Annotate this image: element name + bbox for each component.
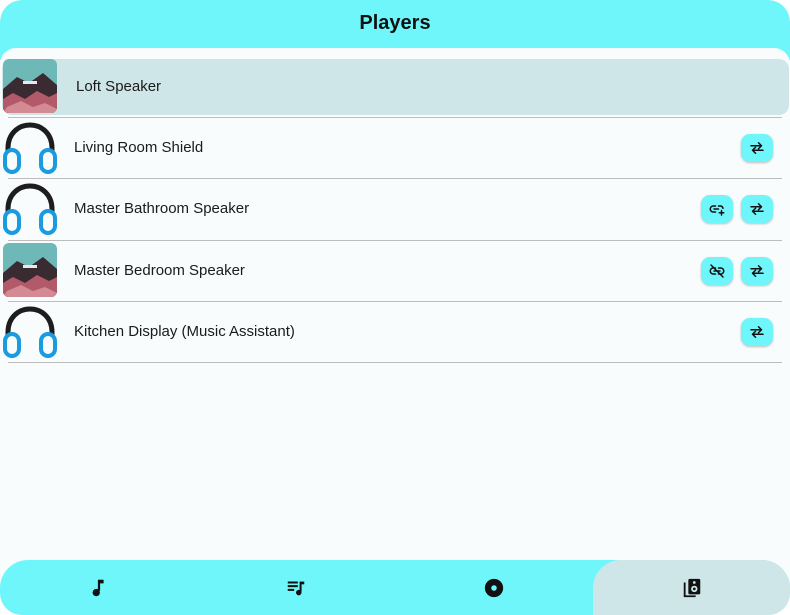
player-row-loft-speaker[interactable]: Loft Speaker [2,59,789,115]
row-divider [8,240,782,241]
nav-tab-queue[interactable] [197,560,394,615]
player-row-living-room-shield[interactable]: Living Room Shield [0,120,790,176]
link-off-icon [709,264,725,278]
row-divider [8,301,782,302]
player-name: Master Bathroom Speaker [74,200,250,217]
player-name: Living Room Shield [74,139,204,156]
player-name: Kitchen Display (Music Assistant) [74,323,295,340]
transfer-icon [750,265,764,277]
page-title: Players [359,12,431,34]
link-off-button[interactable] [701,257,733,285]
transfer-button[interactable] [741,134,773,162]
player-row-master-bedroom-speaker[interactable]: Master Bedroom Speaker [0,243,790,299]
row-divider [8,178,782,179]
bottom-navigation [0,560,790,615]
album-art-thumbnail [3,59,57,113]
speaker-group-icon [683,578,700,597]
players-list: Loft Speaker Living Room Shield Master B… [0,48,790,560]
transfer-icon [750,142,764,154]
nav-tab-players[interactable] [593,560,790,615]
album-icon [484,578,503,597]
album-art-thumbnail [3,243,57,297]
queue-music-icon [287,580,304,595]
music-note-icon [92,579,104,596]
headphones-icon [3,304,57,358]
player-name: Loft Speaker [76,78,162,95]
transfer-button[interactable] [741,318,773,346]
player-name: Master Bedroom Speaker [74,262,245,279]
player-row-master-bathroom-speaker[interactable]: Master Bathroom Speaker [0,181,790,237]
nav-tab-music[interactable] [0,560,197,615]
transfer-button[interactable] [741,257,773,285]
transfer-icon [750,203,764,215]
row-divider [8,117,782,118]
headphones-icon [3,120,57,174]
link-add-button[interactable] [701,195,733,223]
nav-tab-albums[interactable] [395,560,592,615]
app-window: Players Loft Speaker Living Room Shield … [0,0,790,615]
headphones-icon [3,181,57,235]
transfer-icon [750,326,764,338]
transfer-button[interactable] [741,195,773,223]
link-add-icon [709,205,725,216]
row-divider [8,362,782,363]
player-row-kitchen-display[interactable]: Kitchen Display (Music Assistant) [0,304,790,360]
